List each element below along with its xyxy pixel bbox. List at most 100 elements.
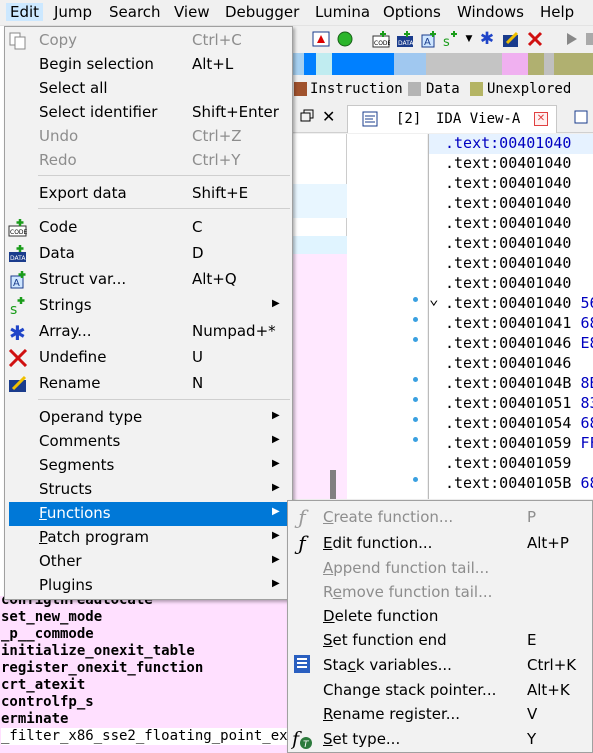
menu-item-copy[interactable]: Copy Ctrl+C <box>5 29 292 53</box>
menu-item-undo[interactable]: Undo Ctrl+Z <box>5 125 292 149</box>
listing-line[interactable]: .text:00401040 <box>445 154 571 174</box>
menu-item-comments[interactable]: Comments ▶ <box>5 430 292 454</box>
menu-item-select-all[interactable]: Select all <box>5 77 292 101</box>
function-list-item[interactable]: crt_atexit <box>1 677 85 694</box>
listing-line[interactable]: .text:00401040 <box>429 134 593 154</box>
listing-line[interactable]: .text:00401040 <box>445 254 571 274</box>
breakpoint-dot-icon[interactable] <box>413 397 418 402</box>
graph-icon[interactable] <box>312 30 330 48</box>
submenu-item-append-function-tail[interactable]: Append function tail... <box>288 555 592 579</box>
submenu-item-set-type[interactable]: ƒ T Set type... Y <box>288 726 592 750</box>
scrollbar-thumb[interactable] <box>330 470 336 499</box>
listing-line[interactable]: .text:00401059 FF <box>445 434 593 454</box>
listing-line[interactable]: .text:00401040 <box>445 214 571 234</box>
menu-item-rename[interactable]: Rename N <box>5 372 292 396</box>
listing-line[interactable]: .text:0040104B 8B <box>445 374 593 394</box>
listing-line[interactable]: .text:00401054 68 <box>445 414 593 434</box>
menu-lumina[interactable]: Lumina <box>311 3 374 21</box>
submenu-item-stack-variables[interactable]: Stack variables... Ctrl+K <box>288 652 592 676</box>
menu-item-redo[interactable]: Redo Ctrl+Y <box>5 149 292 173</box>
function-list-item[interactable]: erminate <box>1 711 68 728</box>
menu-windows[interactable]: Windows <box>453 3 528 21</box>
menu-help[interactable]: Help <box>536 3 578 21</box>
play-icon[interactable] <box>562 30 580 48</box>
listing-line[interactable]: .text:00401046 <box>445 354 571 374</box>
submenu-item-remove-function-tail[interactable]: Remove function tail... <box>288 579 592 603</box>
submenu-item-edit-function[interactable]: ƒ Edit function... Alt+P <box>288 530 592 554</box>
listing-line[interactable]: .text:0040105B 68 <box>445 474 593 494</box>
menu-item-strings[interactable]: s Strings ▶ <box>5 294 292 318</box>
menu-item-array[interactable]: ✱ Array... Numpad+* <box>5 320 292 345</box>
code-toolbar-icon[interactable]: CODE <box>372 30 392 48</box>
submenu-item-delete-function[interactable]: Delete function <box>288 603 592 627</box>
collapse-chevron-icon[interactable]: ⌄ <box>429 289 439 308</box>
more-toolbar-icon[interactable] <box>582 30 593 48</box>
menu-debugger[interactable]: Debugger <box>221 3 303 21</box>
breakpoint-dot-icon[interactable] <box>413 377 418 382</box>
function-list-item[interactable]: register_onexit_function <box>1 660 203 677</box>
breakpoint-dot-icon[interactable] <box>413 317 418 322</box>
strings-toolbar-icon[interactable]: s <box>442 30 460 50</box>
listing-line[interactable]: .text:00401046 E8 <box>445 334 593 354</box>
menu-item-struct-var[interactable]: A Struct var... Alt+Q <box>5 268 292 292</box>
menu-item-plugins[interactable]: Plugins ▶ <box>5 574 292 598</box>
functions-list[interactable]: configthreadlocale set_new_mode _p__commod… <box>0 596 290 753</box>
function-list-item[interactable]: _filter_x86_sse2_floating_point_exce <box>1 728 290 745</box>
menu-item-undefine[interactable]: Undefine U <box>5 346 292 370</box>
listing-line[interactable]: ⌄ .text:00401040 56 <box>429 289 593 314</box>
struct-toolbar-icon[interactable]: A <box>420 30 438 48</box>
tab-close-icon[interactable]: ✕ <box>534 112 548 126</box>
breakpoint-dot-icon[interactable] <box>413 417 418 422</box>
listing-line[interactable]: .text:00401040 <box>445 174 571 194</box>
listing-line[interactable]: .text:00401041 68 <box>445 314 593 334</box>
breakpoint-dot-icon[interactable] <box>413 477 418 482</box>
menu-search[interactable]: Search <box>105 3 165 21</box>
menu-item-select-identifier[interactable]: Select identifier Shift+Enter <box>5 101 292 125</box>
listing-line[interactable]: .text:00401040 <box>445 274 571 294</box>
tab-ida-view-a[interactable]: [2] IDA View-A ✕ <box>347 105 557 133</box>
function-list-item[interactable]: _p__commode <box>1 626 94 643</box>
breakpoint-dot-icon[interactable] <box>413 437 418 442</box>
array-toolbar-icon[interactable]: ✱ <box>478 30 496 48</box>
menu-item-code[interactable]: CODE Code C <box>5 216 292 240</box>
listing-line[interactable]: .text:00401051 83 <box>445 394 593 414</box>
submenu-item-set-function-end[interactable]: Set function end E <box>288 627 592 651</box>
menu-item-data[interactable]: DATA Data D <box>5 242 292 266</box>
menu-item-label: Copy <box>39 31 78 49</box>
menu-item-other[interactable]: Other ▶ <box>5 550 292 574</box>
run-green-icon[interactable] <box>336 30 354 48</box>
menu-item-begin-selection[interactable]: Begin selection Alt+L <box>5 53 292 77</box>
undefine-toolbar-icon[interactable] <box>526 30 544 48</box>
navigation-band[interactable] <box>292 53 593 75</box>
menu-jump[interactable]: Jump <box>50 3 96 21</box>
breakpoint-dot-icon[interactable] <box>413 297 418 302</box>
menu-item-export-data[interactable]: Export data Shift+E <box>5 182 292 206</box>
disassembly-listing[interactable]: .text:00401040 .text:00401040 .text:004010… <box>428 134 593 499</box>
menu-item-segments[interactable]: Segments ▶ <box>5 454 292 478</box>
function-list-item[interactable]: initialize_onexit_table <box>1 643 195 660</box>
rename-toolbar-icon[interactable] <box>502 30 520 48</box>
breakpoint-dot-icon[interactable] <box>413 337 418 342</box>
menu-edit[interactable]: Edit <box>6 3 44 21</box>
function-list-item[interactable]: set_new_mode <box>1 609 102 626</box>
menu-item-patch-program[interactable]: Patch program ▶ <box>5 526 292 550</box>
data-toolbar-icon[interactable]: DATA <box>396 30 414 48</box>
dropdown-arrow-icon[interactable]: ▼ <box>460 30 478 48</box>
menu-item-functions[interactable]: Functions ▶ <box>9 502 288 526</box>
submenu-item-change-stack-pointer[interactable]: Change stack pointer... Alt+K <box>288 677 592 701</box>
next-tab-icon[interactable] <box>572 109 588 129</box>
close-pane-icon[interactable]: ✕ <box>322 107 335 126</box>
listing-line[interactable]: .text:00401040 <box>445 234 571 254</box>
listing-line[interactable]: .text:00401040 <box>445 194 571 214</box>
graph-overview-pane[interactable] <box>292 134 347 499</box>
menu-options[interactable]: Options <box>379 3 445 21</box>
menu-item-operand-type[interactable]: Operand type ▶ <box>5 406 292 430</box>
menu-item-structs[interactable]: Structs ▶ <box>5 478 292 502</box>
submenu-item-rename-register[interactable]: Rename register... V <box>288 701 592 725</box>
menu-view[interactable]: View <box>170 3 214 21</box>
submenu-item-shortcut: E <box>527 631 537 649</box>
restore-window-icon[interactable] <box>300 109 314 127</box>
function-list-item[interactable]: controlfp_s <box>1 694 94 711</box>
listing-line[interactable]: .text:00401059 <box>445 454 571 474</box>
submenu-item-create-function[interactable]: ƒ Create function... P <box>288 504 592 528</box>
